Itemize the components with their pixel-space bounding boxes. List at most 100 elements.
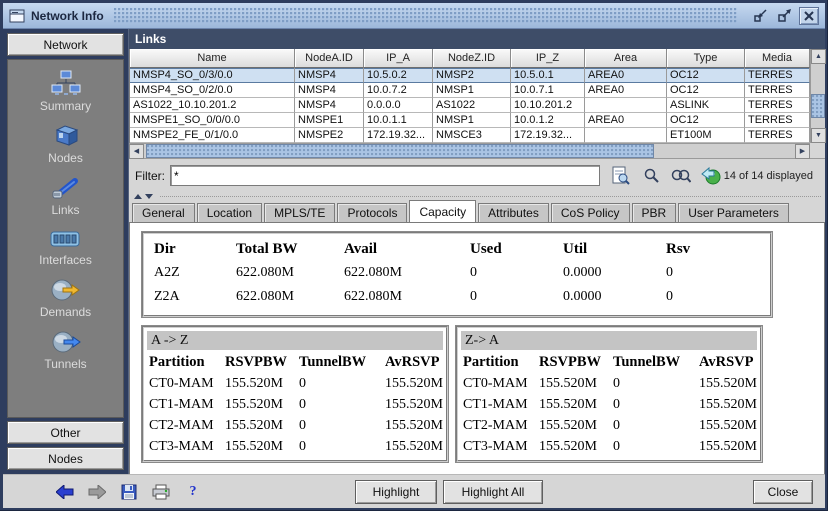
tab-general[interactable]: General xyxy=(132,203,195,222)
cell-media[interactable]: TERRES xyxy=(745,83,810,98)
cell-name[interactable]: NMSP4_SO_0/3/0.0 xyxy=(130,68,295,83)
maximize-button[interactable] xyxy=(775,7,795,25)
table-row[interactable]: NMSP4_SO_0/2/0.0 NMSP4 10.0.7.2 NMSP1 10… xyxy=(130,83,810,98)
tab-user-parameters[interactable]: User Parameters xyxy=(678,203,789,222)
cell-name[interactable]: NMSP4_SO_0/2/0.0 xyxy=(130,83,295,98)
cell-nodea[interactable]: NMSP4 xyxy=(295,83,364,98)
collapse-down-icon[interactable] xyxy=(145,194,153,199)
cell-media[interactable]: TERRES xyxy=(745,128,810,143)
column-header-name[interactable]: Name xyxy=(130,49,295,68)
cell-ipz[interactable]: 10.0.7.1 xyxy=(511,83,585,98)
tab-pbr[interactable]: PBR xyxy=(632,203,677,222)
save-button[interactable] xyxy=(119,483,139,501)
cell-name[interactable]: NMSPE2_FE_0/1/0.0 xyxy=(130,128,295,143)
cell-type[interactable]: ASLINK xyxy=(667,98,745,113)
cell-area[interactable]: AREA0 xyxy=(585,68,667,83)
cell-ipa[interactable]: 0.0.0.0 xyxy=(364,98,433,113)
close-window-button[interactable] xyxy=(799,7,819,25)
help-button[interactable]: ? xyxy=(183,483,203,501)
scroll-left-button[interactable]: ◀ xyxy=(129,144,144,159)
sidebar-item-nodes[interactable]: Nodes xyxy=(48,124,83,165)
column-header-area[interactable]: Area xyxy=(585,49,667,68)
tab-mplste[interactable]: MPLS/TE xyxy=(264,203,335,222)
sidebar-item-interfaces[interactable]: Interfaces xyxy=(39,228,92,267)
divider-grip[interactable] xyxy=(160,196,821,197)
table-row[interactable]: NMSPE1_SO_0/0/0.0 NMSPE1 10.0.1.1 NMSP1 … xyxy=(130,113,810,128)
cell-area[interactable]: AREA0 xyxy=(585,83,667,98)
column-header-ipz[interactable]: IP_Z xyxy=(511,49,585,68)
tab-cos-policy[interactable]: CoS Policy xyxy=(551,203,630,222)
cell-area[interactable] xyxy=(585,128,667,143)
cell-ipa[interactable]: 10.0.7.2 xyxy=(364,83,433,98)
sidebar-item-summary[interactable]: Summary xyxy=(40,70,91,113)
print-button[interactable] xyxy=(151,483,171,501)
cell-type[interactable]: OC12 xyxy=(667,113,745,128)
advanced-filter-button[interactable] xyxy=(610,166,632,186)
vertical-scroll-track[interactable] xyxy=(811,64,825,128)
filter-input[interactable] xyxy=(170,165,600,186)
cell-type[interactable]: ET100M xyxy=(667,128,745,143)
cell-ipz[interactable]: 10.0.1.2 xyxy=(511,113,585,128)
tab-location[interactable]: Location xyxy=(197,203,262,222)
cell-media[interactable]: TERRES xyxy=(745,113,810,128)
column-header-media[interactable]: Media xyxy=(745,49,810,68)
column-header-nodez[interactable]: NodeZ.ID xyxy=(433,49,511,68)
table-row[interactable]: NMSP4_SO_0/3/0.0 NMSP4 10.5.0.2 NMSP2 10… xyxy=(130,68,810,83)
tab-attributes[interactable]: Attributes xyxy=(478,203,549,222)
locate-on-map-button[interactable] xyxy=(700,166,722,186)
close-button[interactable]: Close xyxy=(753,480,813,504)
table-row[interactable]: AS1022_10.10.201.2 NMSP4 0.0.0.0 AS1022 … xyxy=(130,98,810,113)
cell-ipz[interactable]: 10.10.201.2 xyxy=(511,98,585,113)
cell-nodez[interactable]: NMSP1 xyxy=(433,113,511,128)
cell-type[interactable]: OC12 xyxy=(667,68,745,83)
restore-down-button[interactable] xyxy=(751,7,771,25)
cell-ipz[interactable]: 10.5.0.1 xyxy=(511,68,585,83)
horizontal-scroll-thumb[interactable] xyxy=(146,144,654,158)
highlight-button[interactable]: Highlight xyxy=(355,480,437,504)
split-divider[interactable] xyxy=(129,192,825,200)
search-all-button[interactable] xyxy=(670,166,692,186)
cell-nodez[interactable]: NMSCE3 xyxy=(433,128,511,143)
cell-area[interactable] xyxy=(585,98,667,113)
search-button[interactable] xyxy=(640,166,662,186)
cell-nodez[interactable]: AS1022 xyxy=(433,98,511,113)
back-button[interactable] xyxy=(55,483,75,501)
cell-ipa[interactable]: 10.5.0.2 xyxy=(364,68,433,83)
cell-media[interactable]: TERRES xyxy=(745,68,810,83)
highlight-all-button[interactable]: Highlight All xyxy=(443,480,543,504)
forward-button[interactable] xyxy=(87,483,107,501)
cell-name[interactable]: NMSPE1_SO_0/0/0.0 xyxy=(130,113,295,128)
nodes-category-button[interactable]: Nodes xyxy=(7,447,124,470)
other-category-button[interactable]: Other xyxy=(7,421,124,444)
column-header-ipa[interactable]: IP_A xyxy=(364,49,433,68)
sidebar-item-tunnels[interactable]: Tunnels xyxy=(44,330,86,371)
scroll-up-button[interactable]: ▲ xyxy=(811,49,826,64)
tab-protocols[interactable]: Protocols xyxy=(337,203,407,222)
vertical-scroll-thumb[interactable] xyxy=(811,94,825,118)
column-header-type[interactable]: Type xyxy=(667,49,745,68)
cell-ipz[interactable]: 172.19.32... xyxy=(511,128,585,143)
cell-nodea[interactable]: NMSP4 xyxy=(295,98,364,113)
sidebar-item-links[interactable]: Links xyxy=(51,176,81,217)
horizontal-scrollbar[interactable]: ◀ ▶ xyxy=(129,143,810,158)
cell-name[interactable]: AS1022_10.10.201.2 xyxy=(130,98,295,113)
title-bar[interactable]: Network Info xyxy=(3,3,825,29)
scroll-right-button[interactable]: ▶ xyxy=(795,144,810,159)
cell-ipa[interactable]: 10.0.1.1 xyxy=(364,113,433,128)
scroll-down-button[interactable]: ▼ xyxy=(811,128,826,143)
network-category-button[interactable]: Network xyxy=(7,33,124,56)
cell-nodea[interactable]: NMSP4 xyxy=(295,68,364,83)
horizontal-scroll-track[interactable] xyxy=(144,144,795,158)
tab-capacity[interactable]: Capacity xyxy=(409,200,476,222)
vertical-scrollbar[interactable]: ▲ ▼ xyxy=(810,49,825,143)
sidebar-item-demands[interactable]: Demands xyxy=(40,278,91,319)
column-header-nodea[interactable]: NodeA.ID xyxy=(295,49,364,68)
cell-media[interactable]: TERRES xyxy=(745,98,810,113)
cell-nodea[interactable]: NMSPE2 xyxy=(295,128,364,143)
cell-area[interactable]: AREA0 xyxy=(585,113,667,128)
cell-nodez[interactable]: NMSP2 xyxy=(433,68,511,83)
cell-ipa[interactable]: 172.19.32... xyxy=(364,128,433,143)
table-row[interactable]: NMSPE2_FE_0/1/0.0 NMSPE2 172.19.32... NM… xyxy=(130,128,810,143)
cell-nodez[interactable]: NMSP1 xyxy=(433,83,511,98)
expand-up-icon[interactable] xyxy=(134,194,142,199)
